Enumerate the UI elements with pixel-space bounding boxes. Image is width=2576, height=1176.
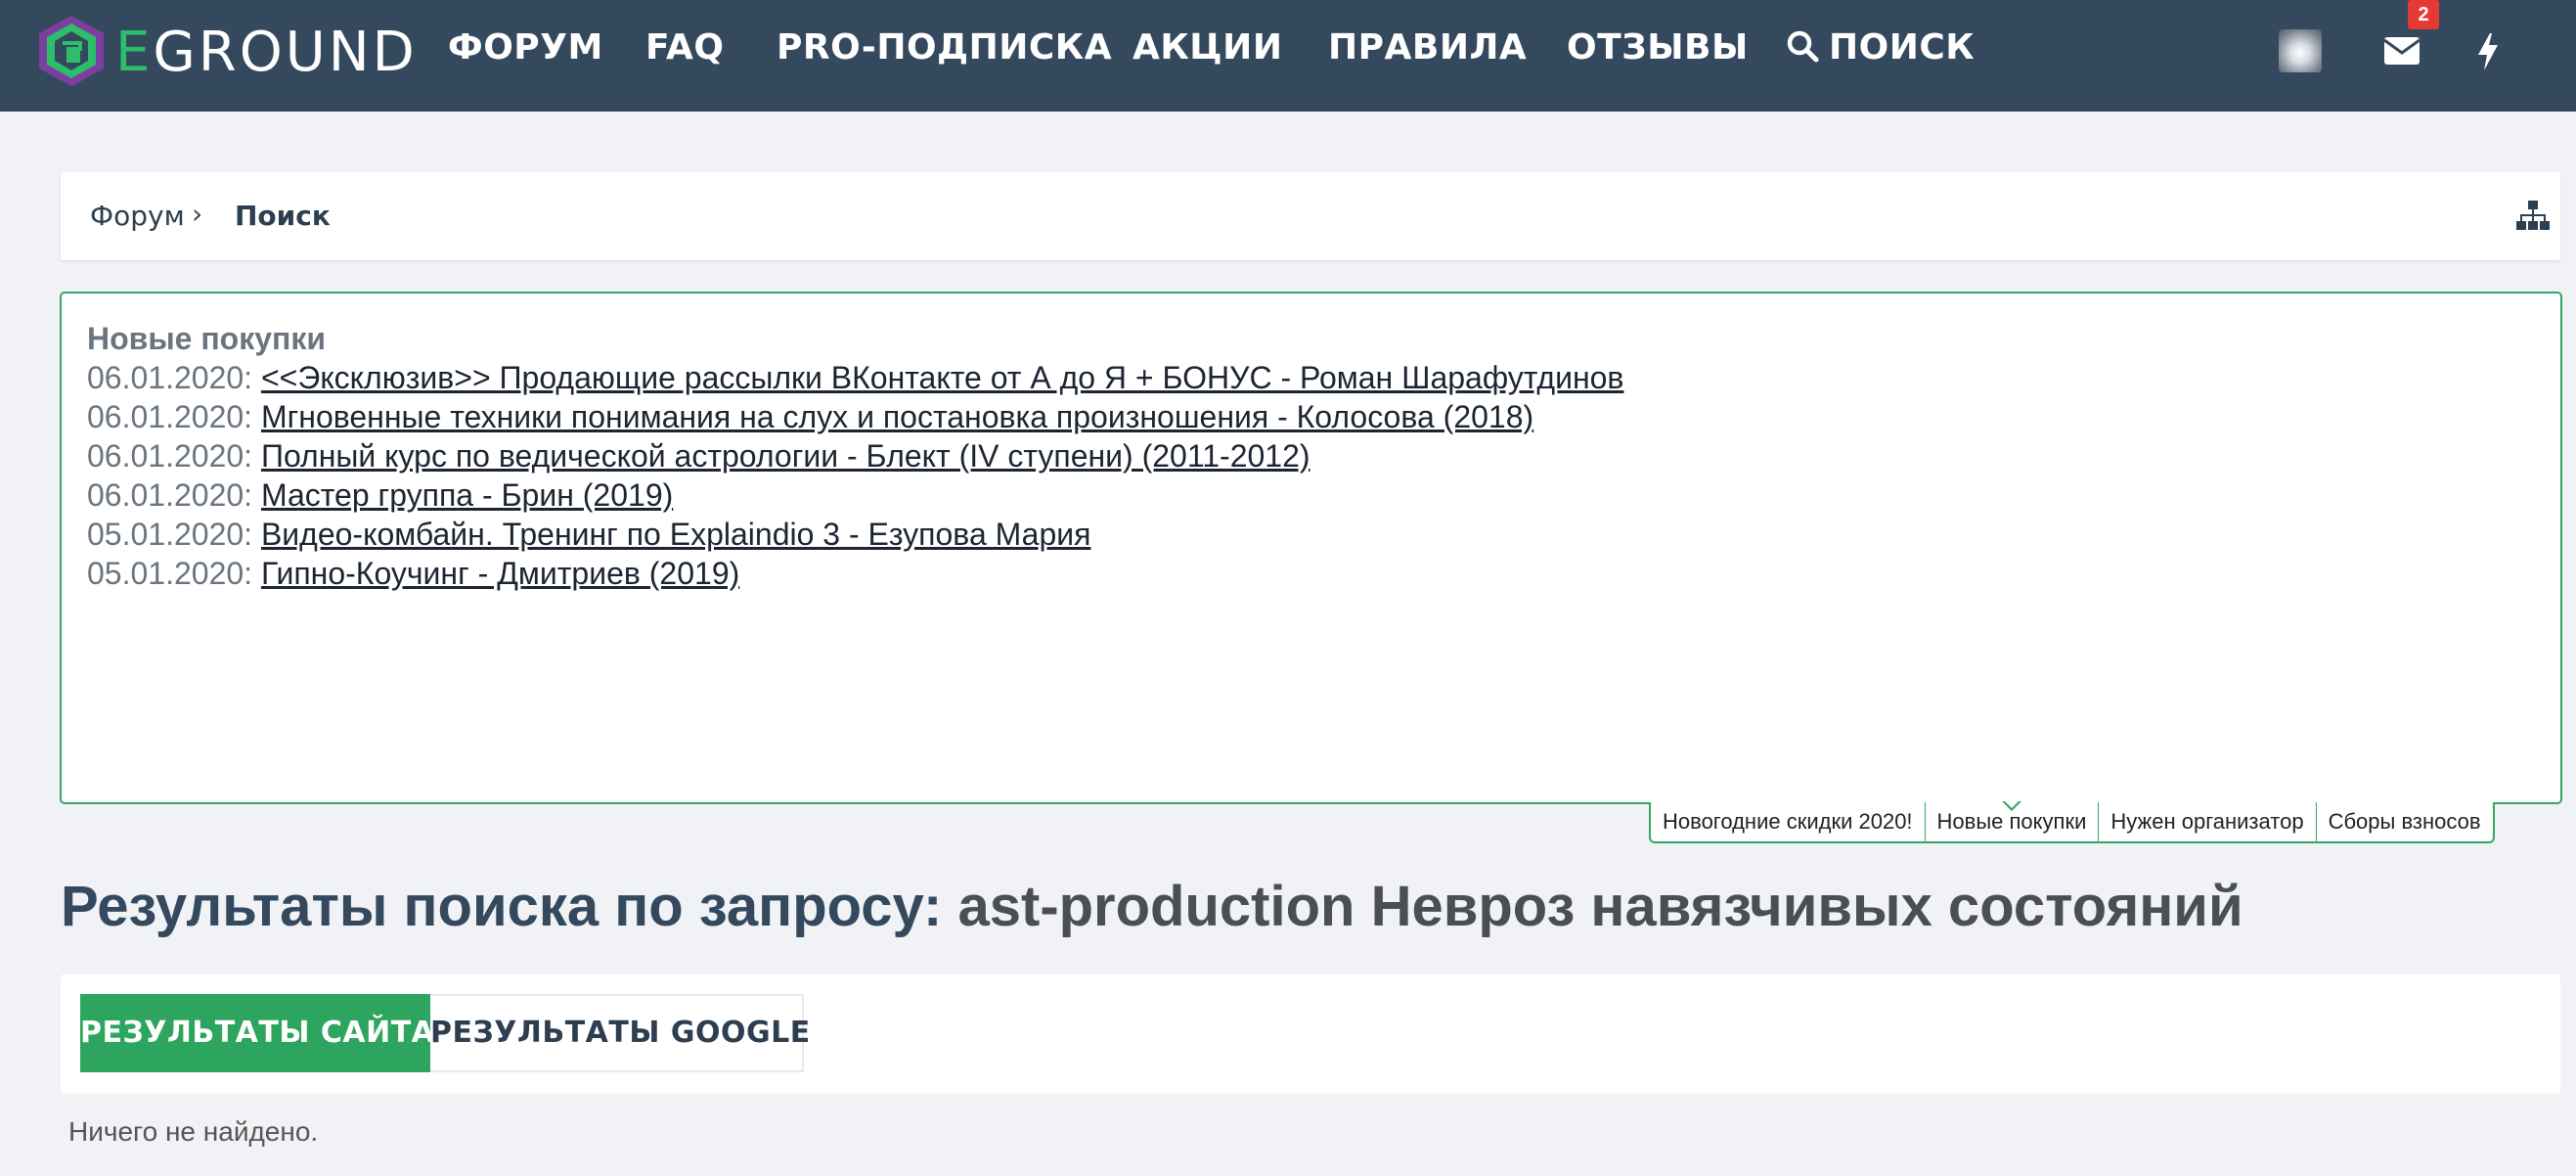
logo-wordmark: EGROUND	[115, 23, 418, 82]
purchase-link[interactable]: Мгновенные техники понимания на слух и п…	[261, 399, 1533, 434]
bolt-icon[interactable]	[2474, 29, 2502, 72]
list-item: 06.01.2020: Мастер группа - Брин (2019)	[87, 475, 1623, 515]
list-item: 06.01.2020: <<Эксклюзив>> Продающие расс…	[87, 358, 1623, 397]
purchase-date: 06.01.2020:	[87, 360, 253, 395]
list-item: 06.01.2020: Полный курс по ведической ас…	[87, 436, 1623, 475]
results-tabs: РЕЗУЛЬТАТЫ САЙТА РЕЗУЛЬТАТЫ GOOGLE	[61, 974, 2560, 1094]
search-icon	[1787, 30, 1819, 63]
new-purchases-widget: Новые покупки 06.01.2020: <<Эксклюзив>> …	[60, 292, 2562, 804]
widget-tabs: Новогодние скидки 2020! Новые покупки Ну…	[1649, 800, 2495, 843]
purchase-date: 06.01.2020:	[87, 477, 253, 513]
nav-faq[interactable]: FAQ	[645, 0, 724, 98]
top-navigation-bar: EGROUND ФОРУМ FAQ PRO-ПОДПИСКА АКЦИИ ПРА…	[0, 0, 2576, 112]
purchase-date: 05.01.2020:	[87, 517, 253, 552]
nav-rules[interactable]: ПРАВИЛА	[1328, 0, 1527, 98]
purchase-link[interactable]: Видео-комбайн. Тренинг по Explaindio 3 -…	[261, 517, 1091, 552]
purchase-date: 06.01.2020:	[87, 438, 253, 474]
page-title: Результаты поиска по запросу: ast-produc…	[61, 873, 2243, 941]
site-logo[interactable]: EGROUND	[35, 14, 415, 92]
purchase-link[interactable]: Гипно-Коучинг - Дмитриев (2019)	[261, 556, 739, 591]
empty-results-message: Ничего не найдено.	[68, 1116, 319, 1147]
list-item: 06.01.2020: Мгновенные техники понимания…	[87, 397, 1623, 436]
logo-letter-e: E	[115, 21, 154, 84]
nav-forum[interactable]: ФОРУМ	[448, 0, 603, 98]
nav-search[interactable]: ПОИСК	[1786, 0, 1975, 98]
notification-badge: 2	[2408, 0, 2439, 29]
breadcrumb-item-forum[interactable]: Форум	[90, 200, 185, 233]
sitemap-icon[interactable]	[2515, 198, 2551, 233]
nav-promotions[interactable]: АКЦИИ	[1133, 0, 1282, 98]
widget-tab-new-purchases[interactable]: Новые покупки	[1924, 800, 2099, 841]
list-item: 05.01.2020: Видео-комбайн. Тренинг по Ex…	[87, 515, 1623, 554]
breadcrumb: Форум › Поиск	[61, 172, 2560, 260]
purchase-date: 05.01.2020:	[87, 556, 253, 591]
purchase-date: 06.01.2020:	[87, 399, 253, 434]
tab-site-results[interactable]: РЕЗУЛЬТАТЫ САЙТА	[80, 994, 434, 1072]
mail-icon[interactable]	[2382, 29, 2421, 72]
widget-title: Новые покупки	[87, 321, 327, 356]
nav-search-label: ПОИСК	[1829, 27, 1976, 68]
purchase-list: 06.01.2020: <<Эксклюзив>> Продающие расс…	[87, 358, 1623, 593]
breadcrumb-separator-chevron-icon: ›	[192, 198, 203, 230]
purchase-link[interactable]: <<Эксклюзив>> Продающие рассылки ВКонтак…	[261, 360, 1623, 395]
search-query: ast-production Невроз навязчивых состоян…	[957, 875, 2243, 938]
tab-google-results[interactable]: РЕЗУЛЬТАТЫ GOOGLE	[430, 994, 810, 1072]
purchase-link[interactable]: Мастер группа - Брин (2019)	[261, 477, 673, 513]
logo-emblem-icon	[39, 16, 104, 86]
user-avatar[interactable]	[2279, 29, 2322, 72]
breadcrumb-item-search: Поиск	[235, 200, 331, 232]
list-item: 05.01.2020: Гипно-Коучинг - Дмитриев (20…	[87, 554, 1623, 593]
nav-reviews[interactable]: ОТЗЫВЫ	[1567, 0, 1749, 98]
nav-pro-subscription[interactable]: PRO-ПОДПИСКА	[777, 0, 1112, 98]
widget-tab-organizer-needed[interactable]: Нужен организатор	[2098, 802, 2315, 841]
widget-tab-new-year-discounts[interactable]: Новогодние скидки 2020!	[1651, 802, 1925, 841]
widget-tab-fee-collection[interactable]: Сборы взносов	[2315, 802, 2493, 841]
page-title-prefix: Результаты поиска по запросу:	[61, 875, 943, 938]
purchase-link[interactable]: Полный курс по ведической астрологии - Б…	[261, 438, 1310, 474]
logo-word-rest: GROUND	[153, 21, 418, 84]
